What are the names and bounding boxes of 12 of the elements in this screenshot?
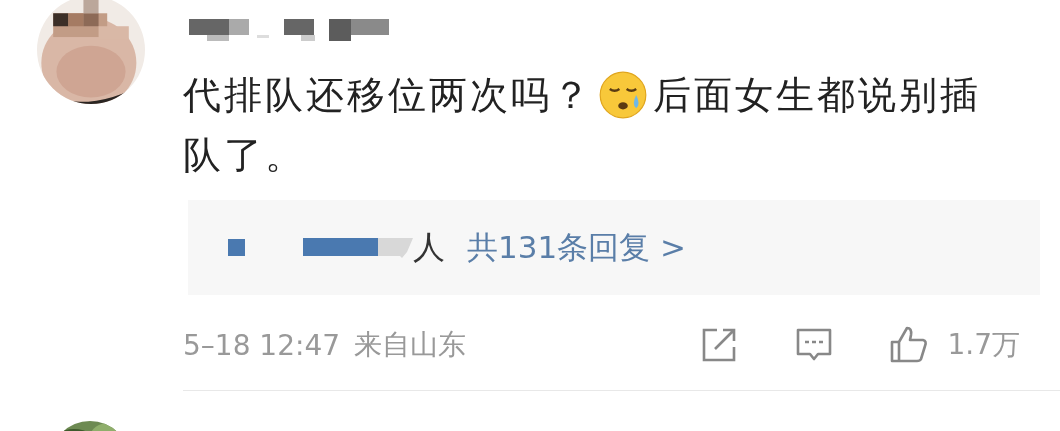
post-time: 5–18 12:47 [183, 328, 341, 362]
post-location: 来自山东 [354, 327, 467, 363]
like-count: 1.7万 [947, 327, 1020, 363]
comment-text: 后面女生都说别插 [653, 72, 981, 119]
redacted-name [228, 239, 245, 256]
sweat-emoji-icon [599, 71, 647, 119]
reply-names-text: 人 [413, 226, 445, 268]
thumbs-up-icon[interactable] [889, 325, 930, 365]
comment-text: 代排队还移位两次吗？ [183, 72, 593, 119]
reply-preview-panel[interactable]: 人 共131条回复 > [188, 200, 1040, 295]
comment-text: 队了。 [183, 133, 306, 177]
replies-link[interactable]: 共131条回复 > [467, 226, 686, 269]
